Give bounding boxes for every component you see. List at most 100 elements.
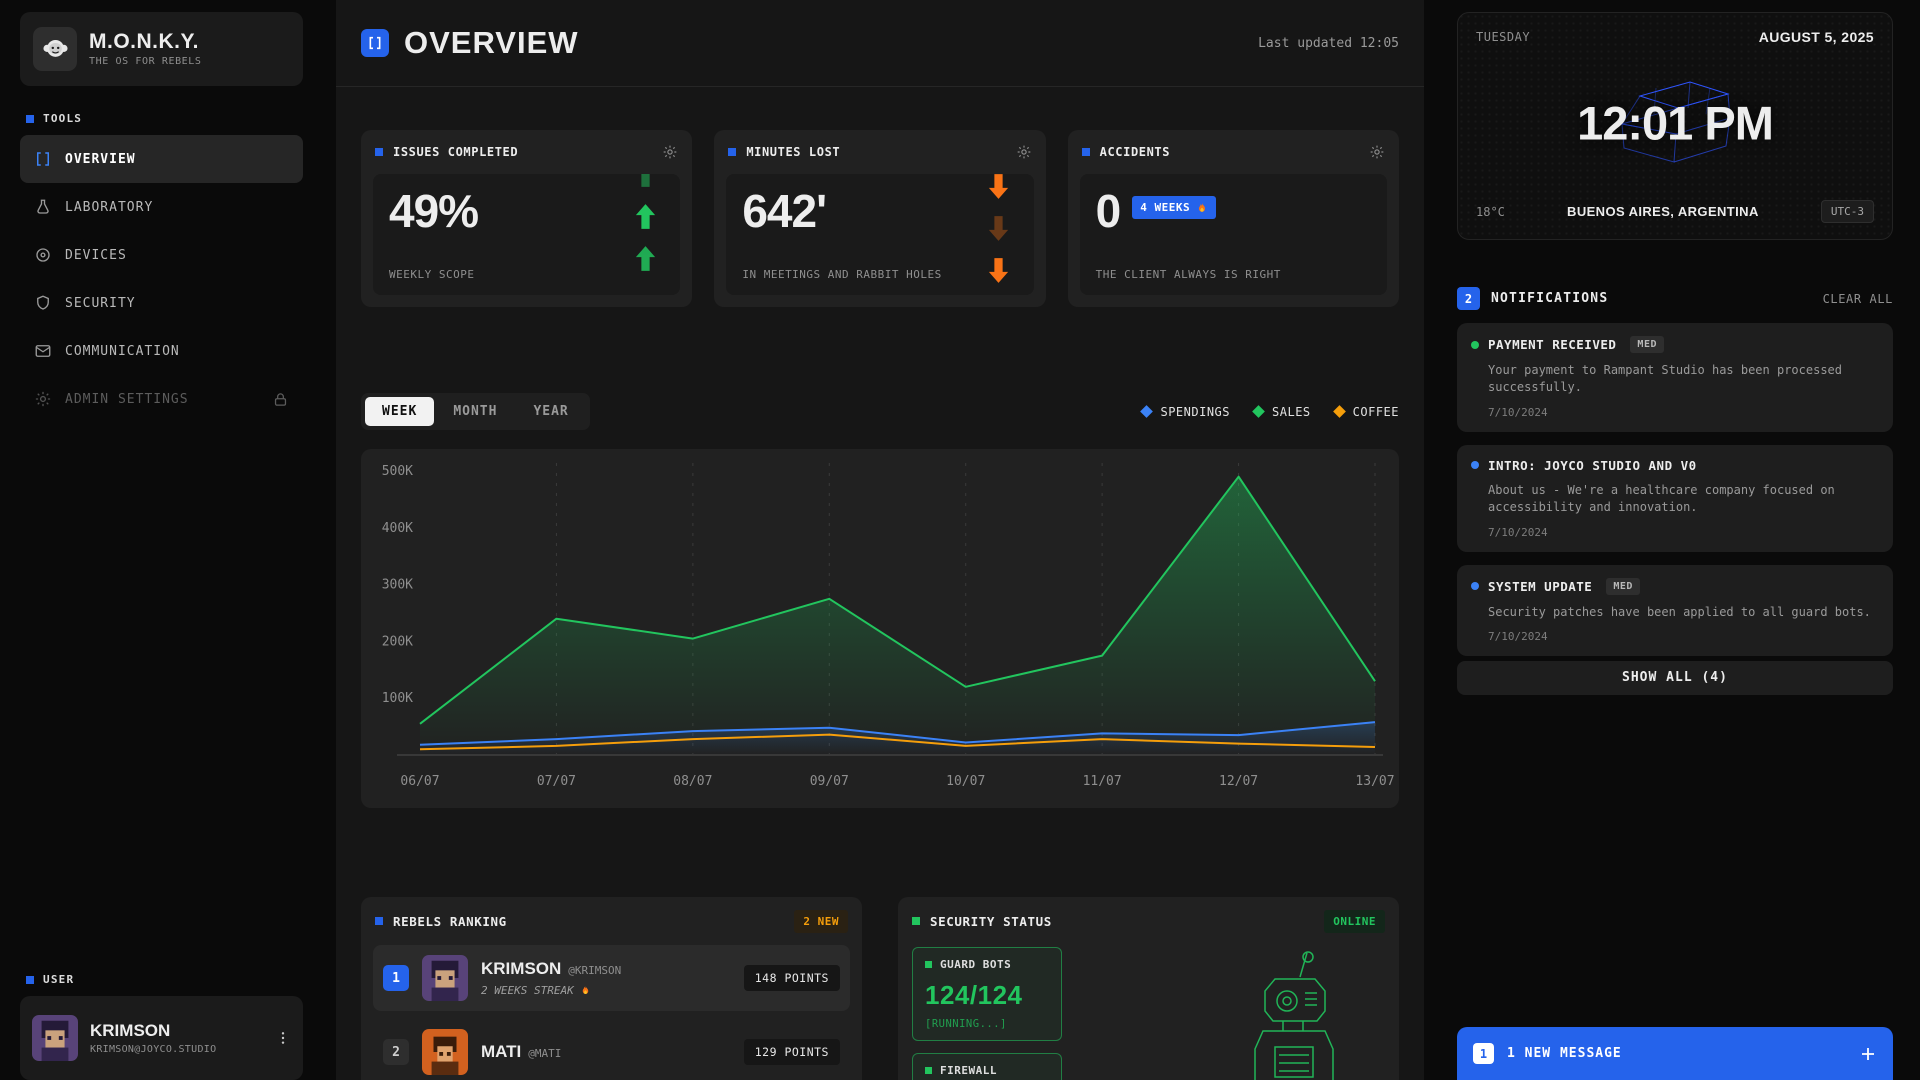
robot-illustration (1245, 949, 1355, 1080)
disc-icon (34, 246, 52, 264)
gear-icon[interactable] (1016, 144, 1032, 160)
svg-text:07/07: 07/07 (537, 774, 576, 789)
sidebar-item-communication[interactable]: COMMUNICATION (20, 327, 303, 375)
notifications-count-badge: 2 (1457, 287, 1480, 310)
diamond-icon (1141, 405, 1154, 418)
new-message-bar[interactable]: 1 1 NEW MESSAGE (1457, 1027, 1893, 1080)
priority-badge: MED (1606, 578, 1640, 595)
rebels-ranking-card: REBELS RANKING 2 NEW 1 KRIMSON@KRIMSON 2… (361, 897, 862, 1080)
user-name: KRIMSON (90, 1022, 216, 1039)
stat-card-minutes-lost: MINUTES LOST 642' IN MEETINGS AND RABBIT… (714, 130, 1045, 307)
legend-coffee: COFFEE (1335, 405, 1399, 419)
app-subtitle: THE OS FOR REBELS (89, 56, 202, 67)
gear-icon (34, 390, 52, 408)
main-panel: OVERVIEW Last updated 12:05 ISSUES COMPL… (336, 0, 1424, 1080)
svg-text:100K: 100K (382, 691, 413, 706)
stat-subtitle: IN MEETINGS AND RABBIT HOLES (742, 268, 1017, 281)
firewall-box: FIREWALL (912, 1053, 1062, 1080)
trend-down-arrows (980, 174, 1018, 295)
stat-cards: ISSUES COMPLETED 49% WEEKLY SCOPE MINUTE… (361, 130, 1399, 307)
tab-week[interactable]: WEEK (365, 397, 434, 426)
svg-text:09/07: 09/07 (810, 774, 849, 789)
priority-badge: MED (1630, 336, 1664, 353)
section-bullet (26, 115, 34, 123)
page-header: OVERVIEW Last updated 12:05 (361, 0, 1399, 86)
sidebar-item-security[interactable]: SECURITY (20, 279, 303, 327)
plus-icon[interactable] (1859, 1045, 1877, 1063)
card-bullet (375, 917, 383, 925)
flask-icon (34, 198, 52, 216)
clear-all-button[interactable]: CLEAR ALL (1823, 292, 1893, 306)
right-sidebar: TUESDAY AUGUST 5, 2025 12:01 PM 18°C BUE… (1457, 12, 1893, 1080)
notification-body: Your payment to Rampant Studio has been … (1471, 362, 1879, 397)
rank-streak: 2 WEEKS STREAK (481, 984, 621, 997)
user-card[interactable]: KRIMSON KRIMSON@JOYCO.STUDIO (20, 996, 303, 1080)
sidebar-item-laboratory[interactable]: LABORATORY (20, 183, 303, 231)
show-all-button[interactable]: SHOW ALL (4) (1457, 661, 1893, 695)
last-updated: Last updated 12:05 (1258, 36, 1399, 51)
sidebar-item-admin-settings: ADMIN SETTINGS (20, 375, 303, 423)
rank-badge: 1 (383, 965, 409, 991)
svg-text:10/07: 10/07 (946, 774, 985, 789)
guard-bots-box: GUARD BOTS 124/124 [RUNNING...] (912, 947, 1062, 1041)
svg-text:13/07: 13/07 (1355, 774, 1394, 789)
notification-item[interactable]: PAYMENT RECEIVED MED Your payment to Ram… (1457, 323, 1893, 432)
sidebar-item-overview[interactable]: OVERVIEW (20, 135, 303, 183)
mail-icon (34, 342, 52, 360)
notifications-title: NOTIFICATIONS (1491, 291, 1608, 306)
temperature: 18°C (1476, 205, 1505, 219)
rank-name: KRIMSON (481, 959, 561, 978)
fire-icon (580, 985, 591, 996)
message-text: 1 NEW MESSAGE (1507, 1046, 1622, 1061)
streak-badge: 4 WEEKS (1132, 196, 1216, 219)
svg-text:400K: 400K (382, 521, 413, 536)
stat-subtitle: THE CLIENT ALWAYS IS RIGHT (1096, 268, 1371, 281)
timezone-badge: UTC-3 (1821, 200, 1874, 223)
sidebar-item-devices[interactable]: DEVICES (20, 231, 303, 279)
ranking-row[interactable]: 1 KRIMSON @KRIMSON 2 WEEKS STREAK 148 POI… (373, 945, 850, 1011)
message-count-badge: 1 (1473, 1043, 1494, 1064)
points-badge: 148 POINTS (744, 965, 840, 991)
shield-icon (34, 294, 52, 312)
tab-year[interactable]: YEAR (516, 397, 585, 426)
status-dot (1471, 582, 1479, 590)
app-logo: M.O.N.K.Y. THE OS FOR REBELS (20, 12, 303, 86)
sidebar: M.O.N.K.Y. THE OS FOR REBELS TOOLS OVERV… (20, 12, 303, 1080)
points-badge: 129 POINTS (744, 1039, 840, 1065)
stat-value: 49% (389, 188, 664, 234)
chart-range-tabs: WEEK MONTH YEAR (361, 393, 590, 430)
monkey-icon (33, 27, 77, 71)
ranking-row[interactable]: 2 MATI@MATI 129 POINTS (373, 1019, 850, 1080)
svg-text:200K: 200K (382, 634, 413, 649)
online-badge: ONLINE (1324, 910, 1385, 933)
svg-text:11/07: 11/07 (1083, 774, 1122, 789)
svg-text:500K: 500K (382, 464, 413, 479)
notification-item[interactable]: INTRO: JOYCO STUDIO AND V0 About us - We… (1457, 445, 1893, 552)
notification-body: About us - We're a healthcare company fo… (1471, 482, 1879, 517)
status-dot (1471, 341, 1479, 349)
avatar (422, 1029, 468, 1075)
card-bullet (728, 148, 736, 156)
sidebar-nav: OVERVIEW LABORATORY DEVICES SECURITY COM… (20, 135, 303, 423)
svg-text:300K: 300K (382, 578, 413, 593)
stat-value: 642' (742, 188, 1017, 234)
user-block: USER KRIMSON KRIMSON@JOYCO.STUDIO (20, 947, 303, 1080)
rank-handle: @KRIMSON (568, 964, 621, 977)
stat-subtitle: WEEKLY SCOPE (389, 268, 664, 281)
status-dot (1471, 461, 1479, 469)
gear-icon[interactable] (1369, 144, 1385, 160)
diamond-icon (1252, 405, 1265, 418)
section-bullet (26, 976, 34, 984)
security-status-card: SECURITY STATUS ONLINE GUARD BOTS 124/12… (898, 897, 1399, 1080)
tab-month[interactable]: MONTH (436, 397, 514, 426)
kebab-menu-icon[interactable] (275, 1029, 291, 1047)
notifications-header: 2 NOTIFICATIONS CLEAR ALL (1457, 287, 1893, 310)
location: BUENOS AIRES, ARGENTINA (1567, 204, 1759, 219)
app-title: M.O.N.K.Y. (89, 31, 202, 52)
trend-up-arrows (626, 174, 664, 295)
chart-controls: WEEK MONTH YEAR SPENDINGS SALES COFFEE (361, 393, 1399, 430)
tools-section-label: TOOLS (26, 112, 297, 125)
gear-icon[interactable] (662, 144, 678, 160)
notification-date: 7/10/2024 (1471, 526, 1879, 539)
notification-item[interactable]: SYSTEM UPDATE MED Security patches have … (1457, 565, 1893, 656)
